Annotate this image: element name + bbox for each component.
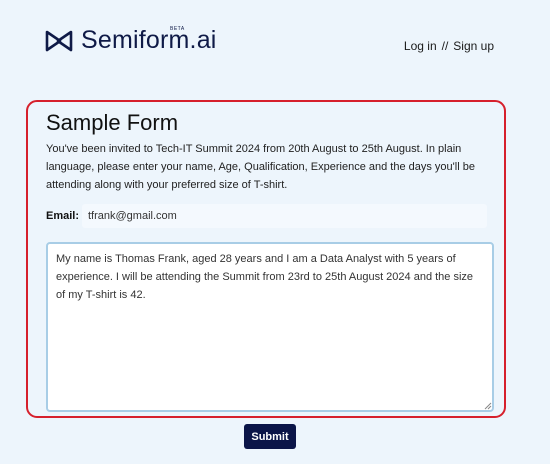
email-label: Email: (46, 210, 80, 222)
page: Semiform.ai BETA Log in // Sign up Sampl… (0, 0, 550, 464)
message-textarea[interactable]: My name is Thomas Frank, aged 28 years a… (46, 242, 494, 412)
form-card: Sample Form You've been invited to Tech-… (26, 100, 506, 418)
beta-badge: BETA (170, 26, 185, 32)
brand[interactable]: Semiform.ai (45, 26, 217, 55)
email-input[interactable] (82, 204, 487, 228)
signup-link[interactable]: Sign up (453, 39, 494, 53)
bowtie-logo-icon (45, 30, 73, 51)
email-row: Email: (46, 204, 487, 228)
brand-name: Semiform.ai (81, 26, 217, 54)
form-title: Sample Form (46, 110, 179, 135)
auth-separator: // (441, 39, 449, 53)
login-link[interactable]: Log in (404, 39, 437, 53)
submit-button[interactable]: Submit (244, 424, 296, 449)
auth-links: Log in // Sign up (404, 39, 494, 53)
form-description: You've been invited to Tech-IT Summit 20… (46, 143, 475, 191)
resize-grip-icon[interactable] (484, 402, 492, 410)
